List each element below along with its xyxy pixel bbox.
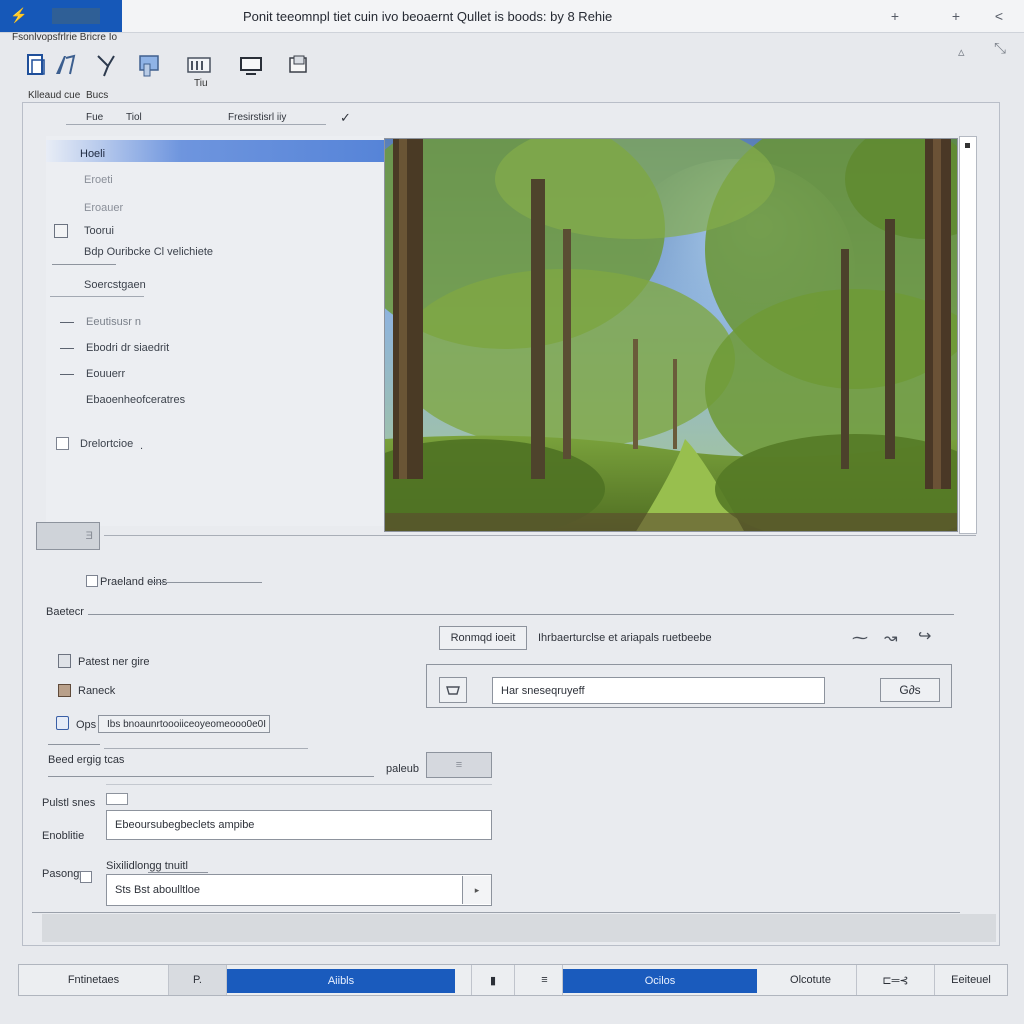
options-section-line: [88, 614, 954, 615]
tree-item[interactable]: Eroeti: [84, 174, 113, 186]
tree-checkbox-suffix: .: [140, 440, 144, 452]
tree-checkbox[interactable]: [56, 437, 69, 450]
form-dropdown[interactable]: Sts Bst aboulltloe: [106, 874, 492, 906]
wave-icon[interactable]: ⁓: [852, 628, 868, 648]
panel-header-check-icon[interactable]: ✓: [340, 110, 351, 126]
frame-icon[interactable]: [186, 52, 212, 78]
export-icon[interactable]: [286, 52, 312, 78]
praeland-checkbox[interactable]: [86, 575, 98, 587]
bottom-line: [32, 912, 960, 913]
form-checkbox[interactable]: [80, 871, 92, 883]
ribbon-menu-caption: Fsonlvopsfrlrie Bricre Io: [12, 32, 118, 43]
tree-divider: [52, 264, 116, 265]
tree-list: [46, 136, 384, 526]
form-label: Enoblitie: [42, 830, 85, 842]
bottom-strip: [42, 914, 996, 942]
option-item-label[interactable]: Patest ner gire: [78, 656, 150, 668]
tree-item[interactable]: Ebodri dr siaedrit: [86, 342, 169, 354]
box-icon[interactable]: [58, 684, 71, 697]
tree-item[interactable]: Eeutisusr n: [86, 316, 141, 328]
form-right-label: paleub: [386, 763, 420, 775]
doc-icon[interactable]: [56, 716, 69, 730]
status-left-label: Fntinetaes: [19, 965, 169, 995]
status-right-label: Olcotute: [765, 965, 857, 995]
folder-icon: [54, 224, 68, 238]
app-badge-block: [52, 8, 100, 24]
form-label: Pasongy: [42, 868, 85, 880]
ribbon-group-label-1: Klleaud cue: [28, 90, 81, 101]
status-icon-2[interactable]: ▮: [471, 965, 515, 995]
status-icon-1[interactable]: P.: [169, 965, 227, 995]
options-section-label: Baetecr: [46, 606, 84, 618]
app-badge[interactable]: ⚡: [0, 0, 122, 32]
option-item-label[interactable]: Ops: [76, 719, 96, 731]
tree-dash: [60, 322, 74, 323]
panel-header-col2[interactable]: Tiol: [126, 112, 142, 123]
tree-checkbox-label: Drelortcioe: [80, 438, 134, 450]
window-title: Ponit teeomnpl tiet cuin ivo beoaernt Qu…: [243, 9, 613, 24]
plus-icon-2[interactable]: +: [945, 6, 967, 26]
praeland-line: [150, 582, 262, 583]
panel-header-col3[interactable]: Fresirstisrl iiy: [228, 112, 286, 123]
status-icon-4[interactable]: ⊏═⊰: [857, 965, 935, 995]
action-description: Ihrbaerturclse et ariapals ruetbeebe: [538, 632, 712, 644]
curve-icon[interactable]: ↝: [884, 628, 897, 648]
tree-item[interactable]: Toorui: [84, 225, 114, 237]
ribbon-collapse-icon[interactable]: ▵: [958, 44, 965, 60]
back-icon[interactable]: <: [988, 6, 1010, 26]
status-icon-3[interactable]: ≡: [527, 965, 563, 995]
ribbon-group-label-2: Bucs: [86, 90, 109, 101]
action-input[interactable]: Har sneseqruyeff: [492, 677, 825, 704]
tree-dash: [60, 374, 74, 375]
form-top-line: [106, 784, 492, 785]
app-logo-icon: ⚡: [10, 7, 28, 23]
ribbon-expand-icon[interactable]: ⤡: [994, 40, 1006, 57]
form-divider: [104, 748, 308, 749]
ribbon-icon-caption: Tiu: [194, 78, 208, 89]
ronmqd-button[interactable]: Ronmqd ioeit: [439, 626, 527, 650]
go-button[interactable]: G∂s: [880, 678, 940, 702]
document-icon[interactable]: [24, 52, 50, 78]
option-item-label[interactable]: Raneck: [78, 685, 115, 697]
tree-item[interactable]: Eroauer: [84, 202, 123, 214]
crop-icon[interactable]: [238, 52, 264, 78]
form-hint-line: [148, 872, 208, 873]
form-hint: Sixilidlongg tnuitl: [106, 860, 188, 872]
form-section-label: Beed ergig tcas: [48, 754, 125, 766]
panel-header-col1[interactable]: Fue: [86, 112, 103, 123]
section-divider: [104, 535, 976, 536]
status-bar: Fntinetaes P. Aiibls ▮ ≡ Ocilos Olcotute…: [18, 964, 1008, 996]
form-label: Pulstl snes: [42, 797, 96, 809]
tree-item[interactable]: Eouuerr: [86, 368, 125, 380]
tree-dash: [60, 348, 74, 349]
preview-image[interactable]: [384, 138, 958, 532]
page-icon[interactable]: [58, 654, 71, 668]
tree-item[interactable]: Bdp Ouribcke Cl velichiete: [84, 246, 213, 258]
tree-item[interactable]: Hoeli: [80, 148, 105, 160]
panel-header-underline: [66, 124, 326, 125]
preview-scrollbar[interactable]: [959, 136, 977, 534]
tree-divider: [50, 296, 144, 297]
spin-field[interactable]: ≡: [426, 752, 492, 778]
form-divider-short: [48, 744, 100, 745]
scroll-arrow-icon[interactable]: [965, 143, 970, 148]
status-blue-button-1[interactable]: Aiibls: [227, 969, 455, 993]
paste-icon[interactable]: [136, 52, 162, 78]
form-section-line: [48, 776, 374, 777]
status-blue-button-2[interactable]: Ocilos: [563, 969, 757, 993]
tree-item[interactable]: Soercstgaen: [84, 279, 146, 291]
form-text-field[interactable]: Ebeoursubegbeclets ampibe: [106, 810, 492, 840]
status-end-label: Eeiteuel: [951, 974, 991, 986]
ops-field[interactable]: Ibs bnoaunrtoooiiceoyeomeooo0e0I: [98, 715, 270, 733]
hook-icon[interactable]: ↪: [918, 626, 931, 646]
tray-icon[interactable]: [439, 677, 467, 703]
pin-icon[interactable]: [94, 52, 120, 78]
edit-icon[interactable]: [52, 52, 78, 78]
small-spin-button[interactable]: Ǝ: [36, 522, 100, 550]
form-mini-field[interactable]: [106, 793, 128, 805]
plus-icon[interactable]: +: [884, 6, 906, 26]
tree-item[interactable]: Ebaoenheofceratres: [86, 394, 185, 406]
dropdown-arrow-icon[interactable]: ▸: [462, 876, 491, 904]
